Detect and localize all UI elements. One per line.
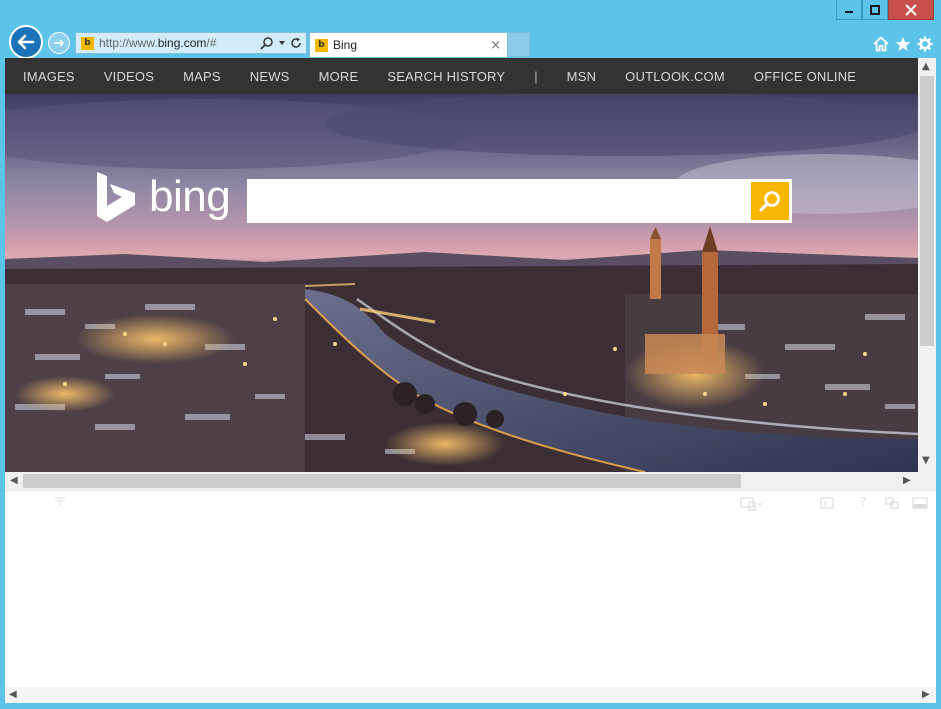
bing-logo-text: bing bbox=[149, 172, 231, 221]
devtools-scroll-left-arrow-icon[interactable]: ◀ bbox=[9, 690, 17, 700]
close-window-button[interactable] bbox=[888, 0, 934, 20]
scrollbar-corner bbox=[918, 472, 936, 490]
nav-separator: | bbox=[534, 68, 538, 84]
city-skyline-illustration bbox=[5, 94, 918, 472]
refresh-icon[interactable] bbox=[290, 37, 302, 49]
console-icon[interactable] bbox=[820, 497, 834, 509]
undock-icon[interactable] bbox=[885, 497, 899, 509]
star-icon[interactable] bbox=[895, 36, 911, 52]
forward-button[interactable] bbox=[48, 32, 70, 54]
horizontal-scrollbar[interactable]: ◀ ▶ bbox=[5, 472, 918, 490]
tab-close-icon[interactable]: × bbox=[490, 38, 501, 53]
dock-bottom-icon[interactable] bbox=[912, 497, 928, 509]
magnifier-icon[interactable] bbox=[260, 36, 274, 50]
nav-link-videos[interactable]: VIDEOS bbox=[104, 69, 154, 84]
window-controls bbox=[836, 0, 934, 20]
homepage-background-image: bing bbox=[5, 94, 918, 472]
emulation-icon[interactable] bbox=[740, 497, 762, 511]
bing-logo[interactable]: bing bbox=[95, 172, 231, 222]
minimize-button[interactable] bbox=[836, 0, 862, 20]
maximize-button[interactable] bbox=[862, 0, 888, 20]
bing-b-logo-icon bbox=[97, 172, 135, 222]
search-button[interactable] bbox=[751, 182, 789, 220]
devtools-horizontal-scrollbar[interactable]: ◀ ▶ bbox=[5, 687, 936, 703]
back-arrow-icon bbox=[17, 34, 35, 50]
bing-favicon-icon: b bbox=[315, 38, 328, 52]
page-content: IMAGES VIDEOS MAPS NEWS MORE SEARCH HIST… bbox=[5, 58, 936, 703]
tab-bing[interactable]: b Bing × bbox=[309, 32, 508, 57]
nav-link-images[interactable]: IMAGES bbox=[23, 69, 75, 84]
forward-arrow-icon bbox=[54, 39, 65, 47]
nav-link-office-online[interactable]: OFFICE ONLINE bbox=[754, 69, 856, 84]
tab-title: Bing bbox=[333, 38, 358, 52]
gear-icon[interactable] bbox=[917, 36, 933, 52]
address-url[interactable]: http://www.bing.com/# bbox=[99, 36, 260, 50]
vertical-scrollbar-thumb[interactable] bbox=[920, 76, 934, 346]
nav-link-msn[interactable]: MSN bbox=[567, 69, 597, 84]
help-icon[interactable]: ? bbox=[860, 495, 866, 509]
nav-link-outlook[interactable]: OUTLOOK.COM bbox=[625, 69, 725, 84]
bing-favicon-icon: b bbox=[81, 36, 94, 50]
search-icon bbox=[759, 191, 780, 212]
browser-nav-row: b http://www.bing.com/# b Bing × bbox=[0, 24, 941, 59]
new-tab-button[interactable] bbox=[508, 32, 530, 57]
developer-tools-pane: ? ◀ ▶ bbox=[5, 490, 936, 703]
devtools-menu-icon[interactable] bbox=[55, 497, 65, 505]
devtools-scroll-right-arrow-icon[interactable]: ▶ bbox=[922, 690, 930, 700]
browser-tools bbox=[873, 36, 933, 52]
back-button[interactable] bbox=[9, 25, 43, 59]
address-bar-actions bbox=[260, 36, 302, 50]
nav-link-search-history[interactable]: SEARCH HISTORY bbox=[387, 69, 505, 84]
nav-link-more[interactable]: MORE bbox=[319, 69, 359, 84]
scroll-down-arrow-icon[interactable]: ▼ bbox=[922, 456, 930, 466]
devtools-toolbar: ? bbox=[5, 491, 936, 515]
page-viewport: IMAGES VIDEOS MAPS NEWS MORE SEARCH HIST… bbox=[5, 58, 918, 472]
scroll-right-arrow-icon[interactable]: ▶ bbox=[903, 476, 911, 486]
nav-link-maps[interactable]: MAPS bbox=[183, 69, 221, 84]
horizontal-scrollbar-thumb[interactable] bbox=[23, 474, 741, 488]
bing-top-nav: IMAGES VIDEOS MAPS NEWS MORE SEARCH HIST… bbox=[5, 58, 918, 94]
chevron-down-icon[interactable] bbox=[278, 39, 286, 47]
search-input[interactable] bbox=[247, 179, 792, 223]
address-bar[interactable]: b http://www.bing.com/# bbox=[75, 32, 307, 54]
home-icon[interactable] bbox=[873, 36, 889, 52]
window-titlebar bbox=[0, 0, 941, 24]
scroll-left-arrow-icon[interactable]: ◀ bbox=[10, 476, 18, 486]
maximize-icon bbox=[870, 4, 880, 15]
nav-link-news[interactable]: NEWS bbox=[250, 69, 290, 84]
scroll-up-arrow-icon[interactable]: ▲ bbox=[922, 62, 930, 72]
vertical-scrollbar[interactable]: ▲ ▼ bbox=[918, 58, 936, 472]
close-icon bbox=[905, 3, 917, 16]
minimize-icon bbox=[845, 10, 853, 13]
